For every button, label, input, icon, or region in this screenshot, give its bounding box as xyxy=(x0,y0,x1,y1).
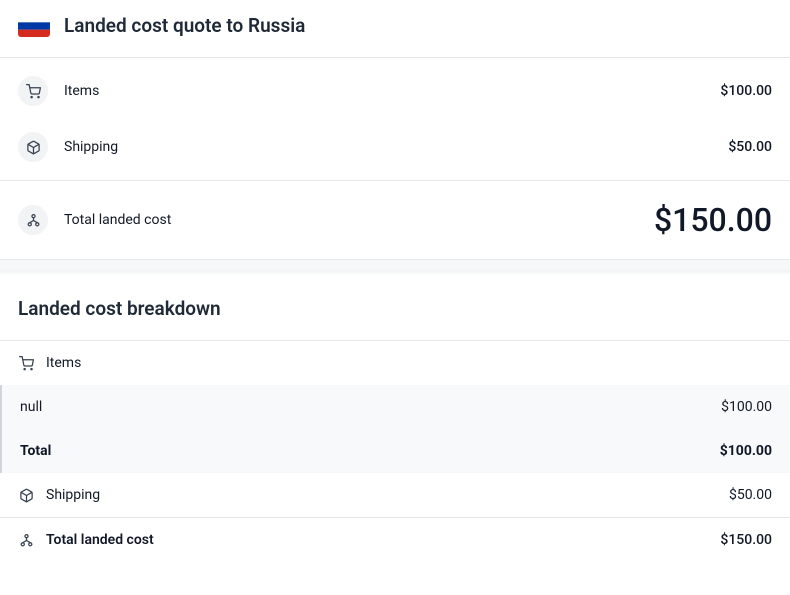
quote-title: Landed cost quote to Russia xyxy=(64,14,305,37)
summary-shipping-value: $50.00 xyxy=(728,139,772,155)
quote-card: Landed cost quote to Russia Items $100.0… xyxy=(0,0,790,259)
box-icon xyxy=(18,487,34,503)
breakdown-item-line: null $100.00 xyxy=(2,385,790,429)
breakdown-total-row: Total landed cost $150.00 xyxy=(0,518,790,562)
breakdown-shipping-value: $50.00 xyxy=(729,487,772,503)
box-icon xyxy=(18,132,48,162)
breakdown-items-header: Items xyxy=(0,341,790,385)
breakdown-title: Landed cost breakdown xyxy=(0,275,790,340)
summary-shipping-label: Shipping xyxy=(64,139,118,155)
summary-items-row: Items $100.00 xyxy=(0,58,790,119)
breakdown-card: Landed cost breakdown Items null $100.00… xyxy=(0,275,790,562)
summary-total-row: Total landed cost $150.00 xyxy=(0,181,790,259)
summary-items-value: $100.00 xyxy=(720,83,772,99)
breakdown-items-detail: null $100.00 Total $100.00 xyxy=(0,385,790,473)
breakdown-item-name: null xyxy=(20,399,42,415)
summary-total-label: Total landed cost xyxy=(64,212,171,228)
breakdown-icon xyxy=(18,205,48,235)
breakdown-icon xyxy=(18,532,34,548)
quote-header: Landed cost quote to Russia xyxy=(0,0,790,57)
breakdown-item-value: $100.00 xyxy=(721,399,772,415)
summary-shipping-row: Shipping $50.00 xyxy=(0,119,790,180)
breakdown-items-total-label: Total xyxy=(20,443,51,459)
breakdown-shipping-row: Shipping $50.00 xyxy=(0,473,790,517)
breakdown-shipping-label: Shipping xyxy=(46,487,100,503)
cart-icon xyxy=(18,76,48,106)
breakdown-items-total-value: $100.00 xyxy=(720,443,772,459)
flag-russia-icon xyxy=(18,15,50,37)
summary-total-value: $150.00 xyxy=(654,201,772,239)
summary-items-label: Items xyxy=(64,83,99,99)
breakdown-total-label: Total landed cost xyxy=(46,532,154,548)
breakdown-total-value: $150.00 xyxy=(720,532,772,548)
section-gap xyxy=(0,259,790,275)
breakdown-items-label: Items xyxy=(46,355,81,371)
cart-icon xyxy=(18,355,34,371)
breakdown-items-total-line: Total $100.00 xyxy=(2,429,790,473)
